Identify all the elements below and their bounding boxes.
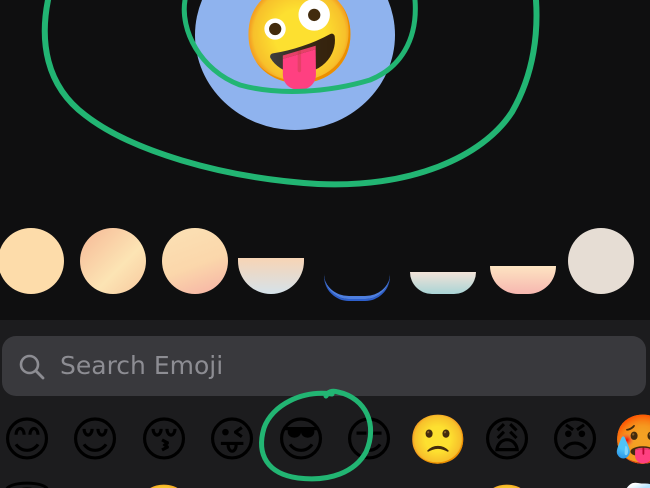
skin-tone-swatch-2[interactable] — [80, 228, 146, 294]
avatar-emoji: 🤪 — [240, 0, 360, 91]
emoji-winking-tongue-face[interactable]: 😜 — [201, 408, 263, 472]
emoji-hot-face[interactable]: 🥵 — [612, 408, 650, 472]
emoji-keyboard: 😊 😌 😚 😜 😎 😏 🙁 😩 😠 🥵 😇 🙂 🙂 🥶 — [0, 320, 650, 488]
skin-tone-swatch-1[interactable] — [0, 228, 64, 294]
skin-tone-picker — [0, 222, 650, 304]
emoji-grid: 😊 😌 😚 😜 😎 😏 🙁 😩 😠 🥵 😇 🙂 🙂 🥶 — [0, 408, 650, 488]
emoji-smirking-face[interactable]: 😏 — [338, 408, 400, 472]
memoji-editor-screen: 🤪 😊 😌 😚 😜 😎 😏 🙁 😩 😠 � — [0, 0, 650, 488]
emoji-kissing-face[interactable]: 😚 — [133, 408, 195, 472]
emoji-smiling-face[interactable]: 😊 — [0, 408, 58, 472]
search-bar[interactable] — [2, 336, 646, 396]
skin-tone-swatch-5[interactable] — [324, 274, 390, 299]
emoji-next-row-partial: 🙂 — [133, 478, 195, 488]
skin-tone-swatch-7[interactable] — [490, 266, 556, 294]
search-input[interactable] — [60, 336, 620, 396]
search-icon — [19, 354, 45, 380]
emoji-next-row-partial: 🥶 — [612, 478, 650, 488]
skin-tone-swatch-4[interactable] — [238, 258, 304, 294]
skin-tone-swatch-6[interactable] — [410, 272, 476, 294]
emoji-weary-face[interactable]: 😩 — [476, 408, 538, 472]
emoji-next-row-partial: 🙂 — [476, 478, 538, 488]
emoji-next-row-partial: 😇 — [0, 478, 58, 488]
emoji-relieved-face[interactable]: 😌 — [64, 408, 126, 472]
emoji-slightly-frowning-face[interactable]: 🙁 — [407, 408, 469, 472]
skin-tone-swatch-3[interactable] — [162, 228, 228, 294]
skin-tone-swatch-8[interactable] — [568, 228, 634, 294]
emoji-sunglasses-face[interactable]: 😎 — [270, 408, 332, 472]
emoji-angry-face[interactable]: 😠 — [544, 408, 606, 472]
